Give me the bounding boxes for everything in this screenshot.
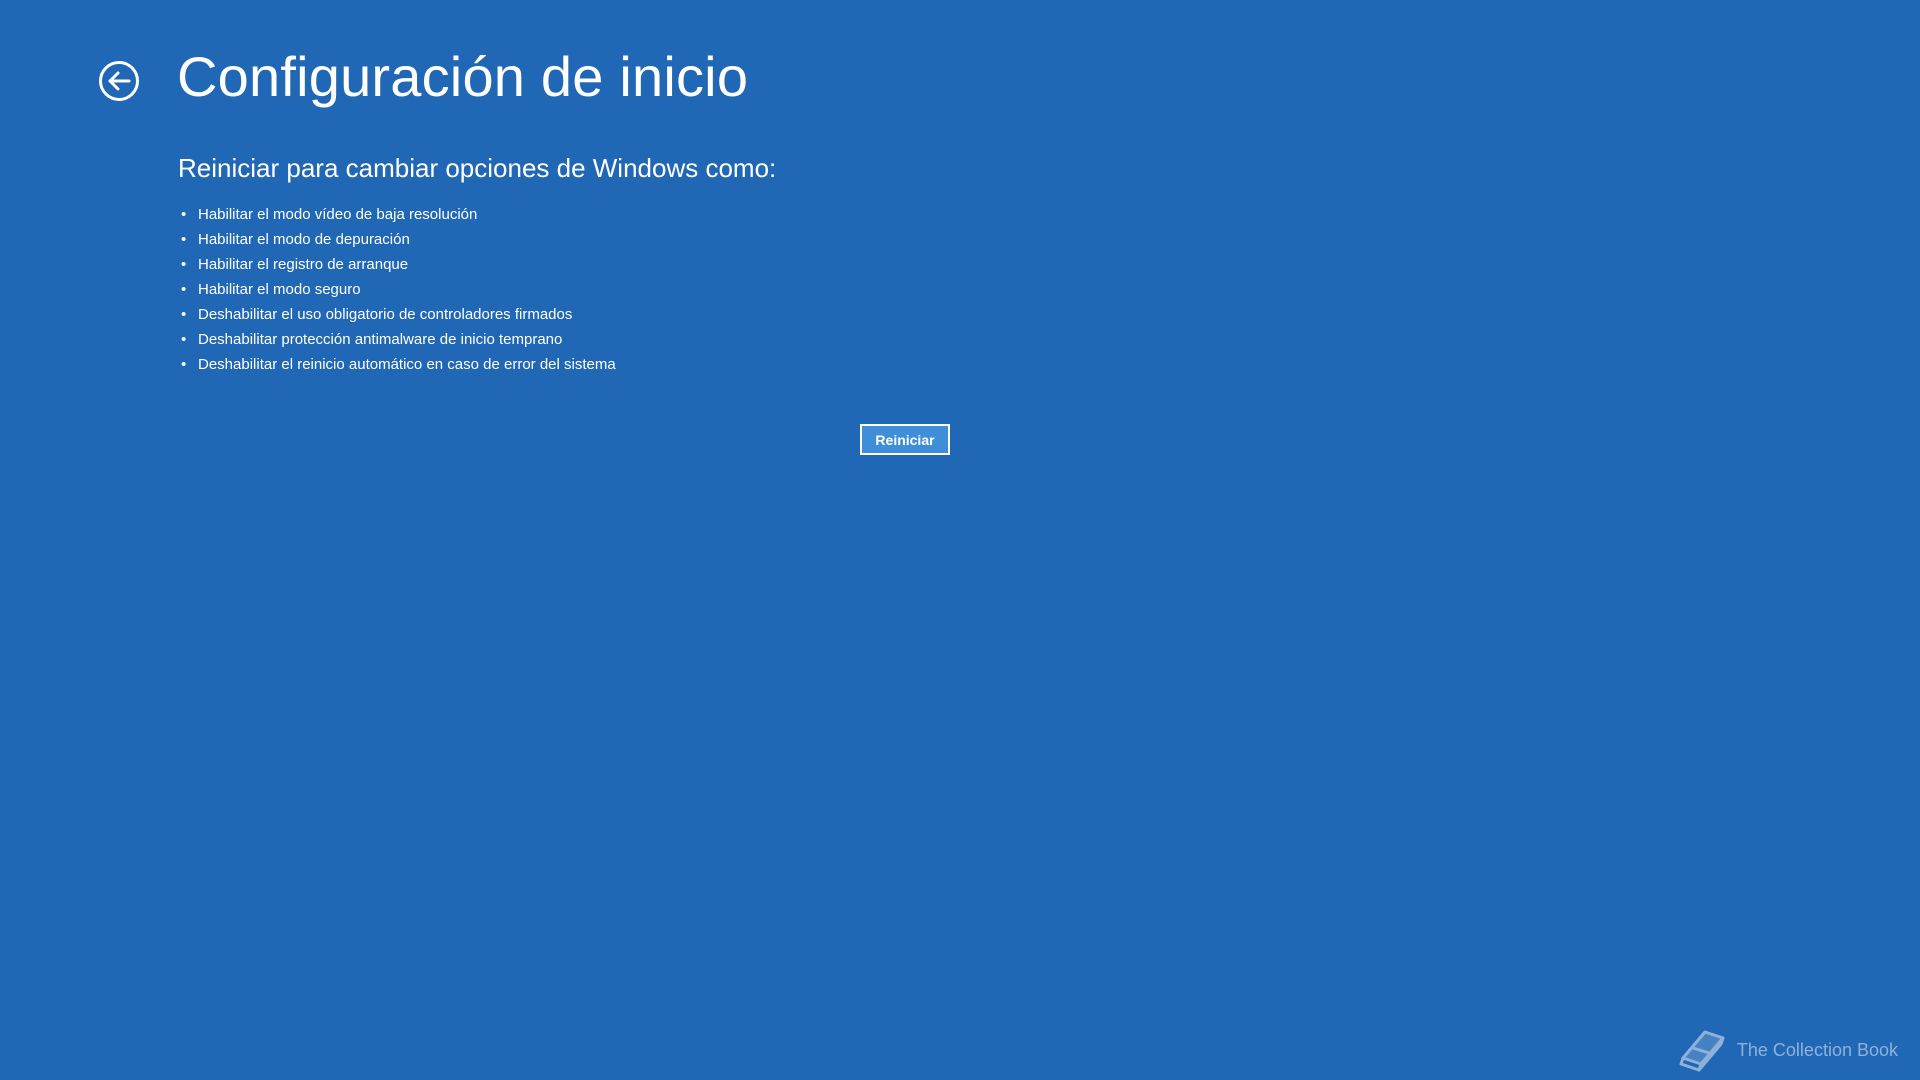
list-item: • Deshabilitar protección antimalware de …: [178, 327, 616, 352]
option-label: Habilitar el modo de depuración: [198, 231, 410, 248]
option-label: Habilitar el modo vídeo de baja resoluci…: [198, 206, 478, 223]
bullet: •: [181, 256, 187, 273]
bullet: •: [181, 331, 187, 348]
book-icon: [1679, 1030, 1725, 1072]
option-label: Deshabilitar el uso obligatorio de contr…: [198, 306, 573, 323]
back-button[interactable]: [98, 60, 140, 102]
list-item: • Deshabilitar el reinicio automático en …: [178, 352, 616, 377]
page-subtitle: Reiniciar para cambiar opciones de Windo…: [178, 153, 777, 183]
page-title: Configuración de inicio: [177, 45, 749, 108]
option-label: Habilitar el modo seguro: [198, 281, 361, 298]
bullet: •: [181, 306, 187, 323]
watermark: The Collection Book: [1675, 1026, 1898, 1074]
watermark-text: The Collection Book: [1736, 1039, 1898, 1060]
back-arrow-circle-icon: [99, 61, 139, 101]
option-label: Deshabilitar el reinicio automático en c…: [198, 356, 616, 373]
bullet: •: [181, 206, 187, 223]
restart-button[interactable]: Reiniciar: [860, 424, 950, 455]
options-list: • Habilitar el modo vídeo de baja resoluc…: [178, 202, 616, 377]
list-item: • Habilitar el modo vídeo de baja resoluc…: [178, 202, 616, 227]
list-item: • Deshabilitar el uso obligatorio de cont…: [178, 302, 616, 327]
bullet: •: [181, 281, 187, 298]
list-item: • Habilitar el modo de depuración: [178, 227, 616, 252]
option-label: Habilitar el registro de arranque: [198, 256, 409, 273]
bullet: •: [181, 231, 187, 248]
list-item: • Habilitar el modo seguro: [178, 277, 616, 302]
option-label: Deshabilitar protección antimalware de i…: [198, 331, 563, 348]
bullet: •: [181, 356, 187, 373]
startup-settings-screen: Configuración de inicio Reiniciar para c…: [0, 0, 1920, 1080]
list-item: • Habilitar el registro de arranque: [178, 252, 616, 277]
